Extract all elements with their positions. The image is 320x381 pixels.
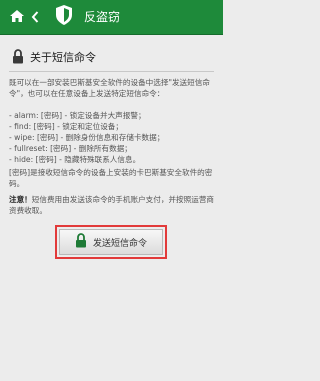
attention-text: 短信费用由发送该命令的手机账户支付，并按照运营商资费收取。: [9, 195, 215, 215]
section-title: 关于短信命令: [30, 51, 96, 64]
attention-label: 注意！: [9, 195, 32, 204]
command-item: - hide: [密码] - 隐藏特殊联系人信息。: [9, 155, 141, 164]
lock-icon: [12, 48, 24, 68]
command-item: - wipe: [密码] - 删除身份信息和存储卡数据；: [9, 133, 165, 142]
button-body[interactable]: 发送短信命令: [59, 229, 163, 255]
home-button[interactable]: [4, 5, 29, 29]
attention-note: 注意！短信费用由发送该命令的手机账户支付，并按照运营商资费收取。: [9, 194, 216, 216]
command-list: - alarm: [密码] - 锁定设备并大声报警； - find: [密码] …: [9, 110, 216, 165]
header-bar: 反盗窃: [0, 0, 223, 35]
command-item: - alarm: [密码] - 锁定设备并大声报警；: [9, 111, 146, 120]
command-item: - find: [密码] - 锁定和定位设备；: [9, 122, 123, 131]
send-sms-command-button[interactable]: 发送短信命令: [55, 225, 167, 259]
home-icon: [9, 8, 25, 27]
chevron-left-icon: [31, 8, 39, 27]
lock-icon: [75, 232, 87, 252]
section-divider: [9, 71, 214, 72]
section-header: 关于短信命令: [12, 48, 212, 68]
intro-text: 既可以在一部安装巴斯基安全软件的设备中选择"发送短信命令"，也可以在任意设备上发…: [9, 78, 210, 98]
back-button[interactable]: [30, 5, 40, 29]
page-title: 反盗窃: [84, 10, 121, 24]
app-logo: [52, 5, 76, 29]
command-item: - fullreset: [密码] - 删除所有数据；: [9, 144, 132, 153]
password-note: [密码]是接收短信命令的设备上安装的卡巴斯基安全软件的密码。: [9, 168, 213, 188]
shield-icon: [54, 4, 74, 30]
button-label: 发送短信命令: [92, 238, 147, 249]
